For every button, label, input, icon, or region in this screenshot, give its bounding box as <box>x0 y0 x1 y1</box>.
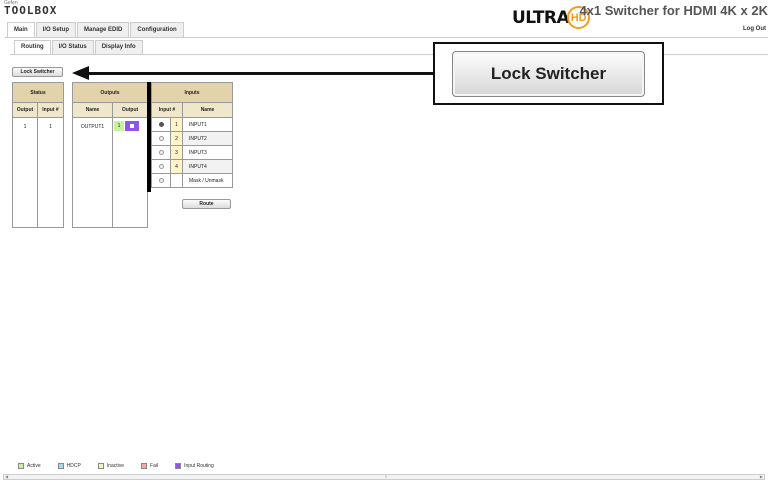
input-row: 4 INPUT4 <box>151 159 234 174</box>
lock-switcher-button-zoomed[interactable]: Lock Switcher <box>452 51 645 97</box>
outputs-title: Outputs <box>71 82 149 103</box>
tab-routing[interactable]: Routing <box>14 40 51 54</box>
status-output-value: 1 <box>12 117 38 228</box>
status-title: Status <box>12 82 64 103</box>
legend-swatch <box>141 463 148 469</box>
callout-arrow-line <box>86 72 433 75</box>
ultra-hd-logo: ULTRA HD <box>512 6 591 29</box>
callout-arrow-head <box>72 66 89 80</box>
output-name: OUTPUT1 <box>72 117 113 228</box>
legend-inactive: Inactive <box>97 463 125 469</box>
status-input-value: 1 <box>37 117 64 228</box>
outputs-output-header: Output <box>111 102 149 118</box>
inputs-table: Inputs Input # Name 1 INPUT1 2 INPUT2 3 … <box>150 82 234 188</box>
horizontal-scrollbar[interactable]: ◀ ≡ ▶ <box>3 474 765 480</box>
input-row: Mask / Unmask <box>151 173 234 188</box>
legend-hdcp: HDCP <box>57 463 81 469</box>
input-radio-1[interactable] <box>151 117 171 132</box>
input-radio-mask[interactable] <box>151 173 171 188</box>
main-tabs: Main I/O Setup Manage EDID Configuration <box>7 22 185 37</box>
route-button[interactable]: Route <box>182 199 231 209</box>
legend-input-routing: Input Routing <box>175 463 214 469</box>
status-table: Status Output Input # 1 1 <box>12 82 64 228</box>
sub-tabs: Routing I/O Status Display Info <box>14 40 144 54</box>
input-row: 3 INPUT3 <box>151 145 234 160</box>
input-number: 1 <box>170 117 183 132</box>
input-number: 2 <box>170 131 183 146</box>
status-output-header: Output <box>12 102 38 118</box>
gefen-toolbox-logo: Gefen TOOLBOX <box>4 1 58 17</box>
inputs-num-header: Input # <box>151 102 183 118</box>
inputs-title: Inputs <box>150 82 234 103</box>
tab-main[interactable]: Main <box>7 22 35 37</box>
tab-io-status[interactable]: I/O Status <box>51 40 94 54</box>
legend-label: Fail <box>150 463 159 469</box>
tab-io-setup[interactable]: I/O Setup <box>35 22 77 37</box>
input-number: 4 <box>170 159 183 174</box>
input-number: 3 <box>170 145 183 160</box>
legend-fail: Fail <box>141 463 158 469</box>
input-radio-3[interactable] <box>151 145 171 160</box>
legend-label: Input Routing <box>184 463 214 469</box>
input-row: 1 INPUT1 <box>151 117 234 132</box>
input-name: INPUT2 <box>181 131 234 146</box>
legend-label: Inactive <box>106 463 125 469</box>
legend-swatch <box>18 463 24 469</box>
input-row: 2 INPUT2 <box>151 131 234 146</box>
status-input-header: Input # <box>37 102 64 118</box>
output-number: 1 <box>114 121 124 131</box>
scroll-thumb[interactable]: ≡ <box>382 475 390 479</box>
input-name: Mask / Unmask <box>181 173 234 188</box>
input-name: INPUT3 <box>181 145 234 160</box>
logout-link[interactable]: Log Out <box>743 26 766 32</box>
tab-display-info[interactable]: Display Info <box>94 40 143 54</box>
input-radio-4[interactable] <box>151 159 171 174</box>
legend-label: HDCP <box>66 463 81 469</box>
legend-label: Active <box>27 463 41 469</box>
zoom-callout: Lock Switcher <box>433 42 664 105</box>
legend-swatch <box>97 463 104 469</box>
input-name: INPUT4 <box>181 159 234 174</box>
legend-swatch <box>175 463 182 469</box>
legend-active: Active <box>18 463 41 469</box>
scroll-right-icon[interactable]: ▶ <box>760 475 763 479</box>
legend-swatch <box>57 463 64 469</box>
outputs-name-header: Name <box>72 102 113 118</box>
scroll-left-icon[interactable]: ◀ <box>5 475 8 479</box>
output-cell: 1 <box>111 117 149 228</box>
input-number <box>170 173 183 188</box>
input-name: INPUT1 <box>181 117 234 132</box>
tab-configuration[interactable]: Configuration <box>130 22 184 37</box>
output-routing-indicator[interactable] <box>125 121 139 131</box>
ultra-text: ULTRA <box>512 7 570 28</box>
product-title: 4x1 Switcher for HDMI 4K x 2K <box>579 3 768 18</box>
lock-switcher-button[interactable]: Lock Switcher <box>12 67 63 77</box>
main-tabs-divider <box>5 37 768 38</box>
inputs-name-header: Name <box>181 102 234 118</box>
logo-title: TOOLBOX <box>4 4 58 17</box>
status-legend: Active HDCP Inactive Fail Input Routing <box>18 463 231 469</box>
input-radio-2[interactable] <box>151 131 171 146</box>
outputs-table: Outputs Name Output OUTPUT1 1 <box>71 82 149 228</box>
tab-manage-edid[interactable]: Manage EDID <box>77 22 130 37</box>
